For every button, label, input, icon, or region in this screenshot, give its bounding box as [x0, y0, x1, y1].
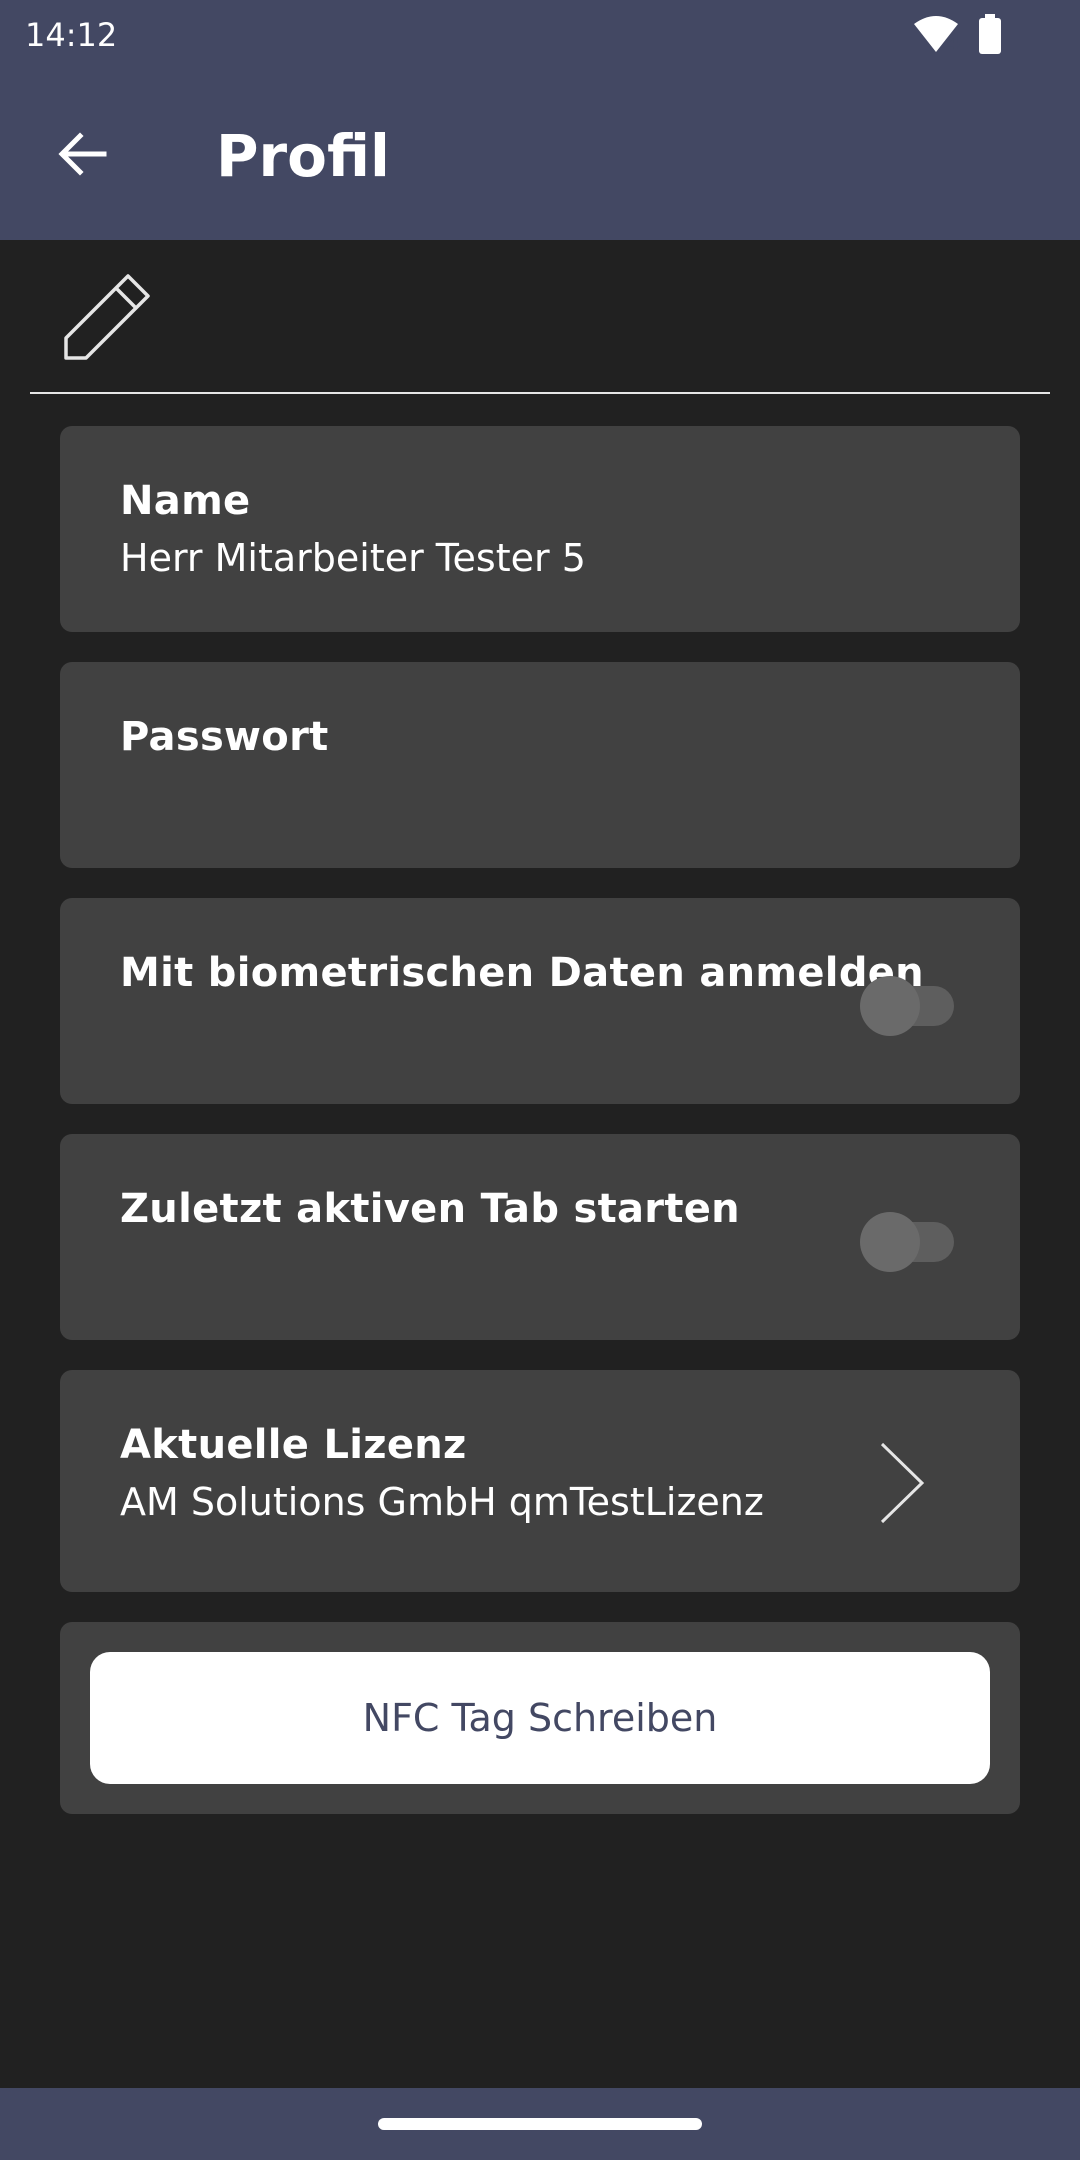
status-bar: 14:12 4 [0, 0, 1080, 72]
license-card[interactable]: Aktuelle Lizenz AM Solutions GmbH qmTest… [60, 1370, 1020, 1592]
last-tab-label: Zuletzt aktiven Tab starten [120, 1186, 740, 1232]
license-label: Aktuelle Lizenz [120, 1422, 467, 1468]
last-tab-toggle[interactable] [860, 1206, 956, 1272]
name-value: Herr Mitarbeiter Tester 5 [120, 536, 586, 580]
pencil-icon [58, 266, 158, 366]
app-bar: Profil [0, 72, 1080, 240]
nfc-card: NFC Tag Schreiben [60, 1622, 1020, 1814]
biometric-label: Mit biometrischen Daten anmelden [120, 950, 924, 996]
last-tab-card: Zuletzt aktiven Tab starten [60, 1134, 1020, 1340]
edit-toolbar [30, 240, 1050, 394]
wifi-badge: 4 [946, 30, 960, 54]
license-value: AM Solutions GmbH qmTestLizenz [120, 1480, 764, 1524]
toggle-thumb [860, 976, 920, 1036]
edit-button[interactable] [58, 266, 158, 366]
name-label: Name [120, 478, 251, 524]
arrow-back-icon [54, 126, 110, 182]
biometric-card: Mit biometrischen Daten anmelden [60, 898, 1020, 1104]
status-icons: 4 [912, 14, 1002, 54]
wifi-icon: 4 [912, 14, 960, 54]
toggle-thumb [860, 1212, 920, 1272]
page-title: Profil [216, 122, 390, 190]
navigation-bar [0, 2088, 1080, 2160]
password-card[interactable]: Passwort [60, 662, 1020, 868]
chevron-right-icon [870, 1438, 930, 1528]
home-indicator[interactable] [378, 2118, 702, 2130]
name-card[interactable]: Name Herr Mitarbeiter Tester 5 [60, 426, 1020, 632]
nfc-write-button[interactable]: NFC Tag Schreiben [90, 1652, 990, 1784]
password-label: Passwort [120, 714, 329, 760]
status-time: 14:12 [25, 16, 118, 54]
biometric-toggle[interactable] [860, 970, 956, 1036]
battery-icon [978, 14, 1002, 54]
back-button[interactable] [42, 114, 122, 194]
